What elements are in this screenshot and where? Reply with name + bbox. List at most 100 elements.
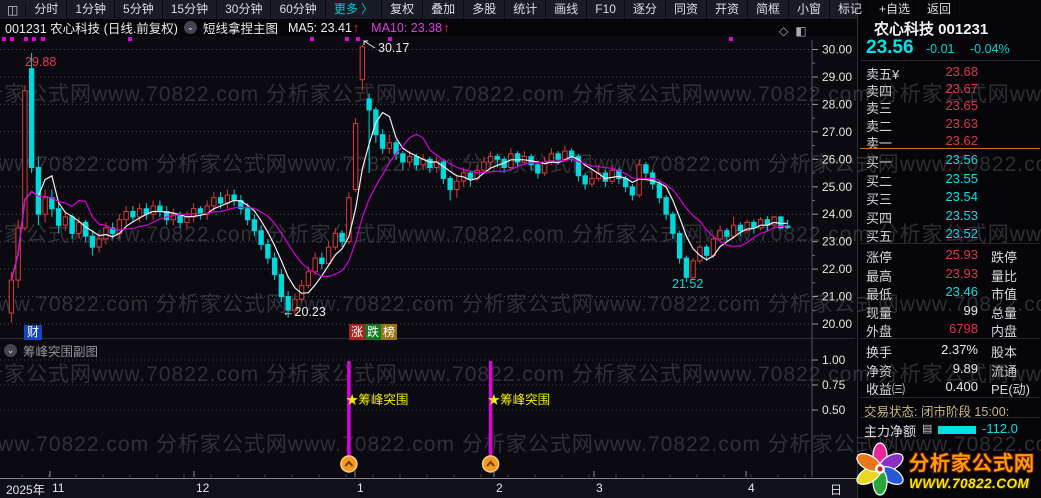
svg-text:29.00: 29.00 (822, 70, 852, 84)
quote-ask-row-3-value: 23.63 (945, 115, 978, 131)
svg-text:★筹峰突围: ★筹峰突围 (488, 392, 551, 407)
toolbar-tool-11[interactable]: 标记 (830, 0, 872, 19)
badge-finance[interactable]: 财 (24, 325, 43, 340)
flower-logo-icon (856, 441, 904, 496)
site-logo: 分析家公式网 WWW.70822.COM (855, 439, 1041, 498)
toolbar-tool-2[interactable]: 多股 (464, 0, 506, 19)
svg-text:★筹峰突围: ★筹峰突围 (346, 392, 409, 407)
svg-text:23.00: 23.00 (822, 235, 852, 249)
svg-text:0.50: 0.50 (822, 403, 846, 417)
main-net-value: -112.0 (982, 421, 1018, 436)
subchart-name: 筹峰突围副图 (23, 345, 99, 359)
x-axis-label-1: 1 (357, 481, 364, 495)
toolbar-tool-13[interactable]: 返回 (919, 0, 961, 19)
quote-stat2-row-1-value: 9.89 (952, 360, 978, 376)
svg-text:30.00: 30.00 (822, 43, 852, 57)
chart-period-title: 001231 农心科技 (日线.前复权) (5, 22, 178, 36)
rank-badge-char-0: 涨 (349, 324, 366, 340)
quote-stat2-row-0: 换手 2.37% 股本 (858, 340, 1041, 360)
list-icon[interactable]: ▤ (922, 422, 932, 435)
toolbar-tool-8[interactable]: 开资 (707, 0, 748, 19)
quote-bid-row-1: 买二 23.55 (858, 169, 1041, 189)
panel-divider (860, 338, 1040, 339)
chart-title-row: 001231 农心科技 (日线.前复权) ⌄ 短线拿捏主图 MA5: 23.41… (0, 19, 857, 36)
toolbar-tool-4[interactable]: 画线 (546, 0, 588, 19)
quote-bid-row-4-value: 23.52 (945, 226, 978, 242)
svg-text:22.00: 22.00 (822, 262, 852, 276)
ma10-line (10, 133, 788, 281)
quote-stat-row-4: 外盘 6798 内盘 (858, 319, 1041, 339)
quote-stat-row-0-value: 25.93 (945, 247, 978, 262)
svg-text:0.75: 0.75 (822, 378, 846, 392)
quote-ask-row-0: 卖五¥ 23.68 (858, 62, 1041, 82)
ma5-value: MA5: 23.41 (287, 20, 352, 35)
svg-text:21.52: 21.52 (672, 277, 703, 291)
quote-bid-row-2-value: 23.54 (945, 189, 978, 205)
toolbar-tool-0[interactable]: 复权 (382, 0, 424, 19)
x-axis-label-2: 2 (496, 481, 503, 495)
quote-bid-row-0: 买一 23.56 (858, 150, 1041, 170)
chart-mini-toolbar: ◇ ◧ (779, 24, 807, 38)
split-view-icon[interactable]: ◧ (795, 24, 806, 38)
svg-text:30.17: 30.17 (378, 41, 409, 55)
x-axis-label-3: 3 (596, 481, 603, 495)
toolbar-tool-10[interactable]: 小窗 (789, 0, 830, 19)
toolbar-tool-5[interactable]: F10 (587, 0, 625, 19)
logo-url: WWW.70822.COM (909, 475, 1030, 491)
toolbar-period-3[interactable]: 15分钟 (163, 0, 218, 19)
top-toolbar: ◫ 分时 1分钟 5分钟 15分钟 30分钟 60分钟 更多 〉复权 叠加 多股 统计 画线 F10 逐分… (0, 0, 961, 20)
svg-text:29.88: 29.88 (25, 55, 56, 69)
badge-rank-list[interactable]: 涨跌榜 (349, 324, 398, 340)
svg-text:1.00: 1.00 (822, 353, 846, 367)
quote-stat2-row-2-value: 0.400 (945, 379, 978, 395)
panel-divider (860, 60, 1040, 61)
svg-text:25.00: 25.00 (822, 180, 852, 194)
toolbar-period-0[interactable]: 分时 (26, 0, 68, 19)
toolbar-period-2[interactable]: 5分钟 (115, 0, 163, 19)
quote-ask-row-0-value: 23.68 (945, 64, 978, 79)
logo-title: 分析家公式网 (909, 452, 1035, 475)
indicator-name[interactable]: 短线拿捏主图 (203, 18, 278, 37)
panel-divider (860, 417, 1040, 418)
x-axis-label-12: 12 (196, 481, 210, 495)
svg-text:26.00: 26.00 (822, 152, 852, 166)
ma5-up-arrow-icon: ↑ (352, 20, 360, 35)
svg-text:20.00: 20.00 (822, 317, 852, 331)
panel-divider (860, 243, 1040, 244)
toolbar-tool-1[interactable]: 叠加 (423, 0, 465, 19)
quote-bid-row-2: 买三 23.54 (858, 187, 1041, 207)
toolbar-period-5[interactable]: 60分钟 (271, 0, 326, 19)
toolbar-tool-12[interactable]: +自选 (871, 0, 920, 19)
last-price: 23.56 (866, 37, 914, 58)
price-change-pct: -0.04% (970, 42, 1010, 56)
subchart-header: ⌄ 筹峰突围副图 (4, 341, 98, 360)
diamond-tool-icon[interactable]: ◇ (779, 24, 788, 38)
toolbar-period-4[interactable]: 30分钟 (217, 0, 272, 19)
stock-name-code: 农心科技 001231 (874, 21, 989, 38)
quote-bid-row-3-value: 23.53 (945, 207, 978, 223)
toolbar-tool-9[interactable]: 简框 (748, 0, 789, 19)
rank-badge-char-2: 榜 (381, 324, 398, 340)
quote-ask-row-3: 卖二 23.63 (858, 114, 1041, 134)
quote-stat-row-0: 涨停 25.93 跌停 (858, 245, 1041, 265)
toolbar-tool-6[interactable]: 逐分 (625, 0, 666, 19)
quote-bid-row-3: 买四 23.53 (858, 206, 1041, 226)
price-change: -0.01 (926, 42, 955, 56)
main-net-label: 主力净额 (864, 424, 917, 439)
window-split-icon[interactable]: ◫ (0, 2, 27, 17)
toolbar-more-button[interactable]: 更多 〉 (326, 0, 383, 19)
toolbar-period-1[interactable]: 1分钟 (67, 0, 116, 19)
toolbar-tool-3[interactable]: 统计 (505, 0, 547, 19)
rank-badge-char-1: 跌 (365, 324, 382, 340)
quote-ask-row-2-value: 23.65 (945, 98, 978, 114)
quote-ask-row-4: 卖一 23.62 (858, 131, 1041, 151)
subchart-collapse-icon[interactable]: ⌄ (4, 344, 17, 357)
quote-stat2-row-0-value: 2.37% (941, 342, 978, 357)
quote-bid-row-1-value: 23.55 (945, 170, 978, 186)
quote-stat-row-2: 最低 23.46 市值 (858, 282, 1041, 302)
stock-app-window: ◫ 分时 1分钟 5分钟 15分钟 30分钟 60分钟 更多 〉复权 叠加 多股 统计 画线 F10 逐分… (0, 0, 1041, 498)
quote-ask-row-1-value: 23.67 (945, 81, 978, 97)
indicator-collapse-icon[interactable]: ⌄ (183, 21, 197, 34)
svg-text:←20.23: ←20.23 (282, 305, 326, 319)
toolbar-tool-7[interactable]: 同资 (666, 0, 707, 19)
